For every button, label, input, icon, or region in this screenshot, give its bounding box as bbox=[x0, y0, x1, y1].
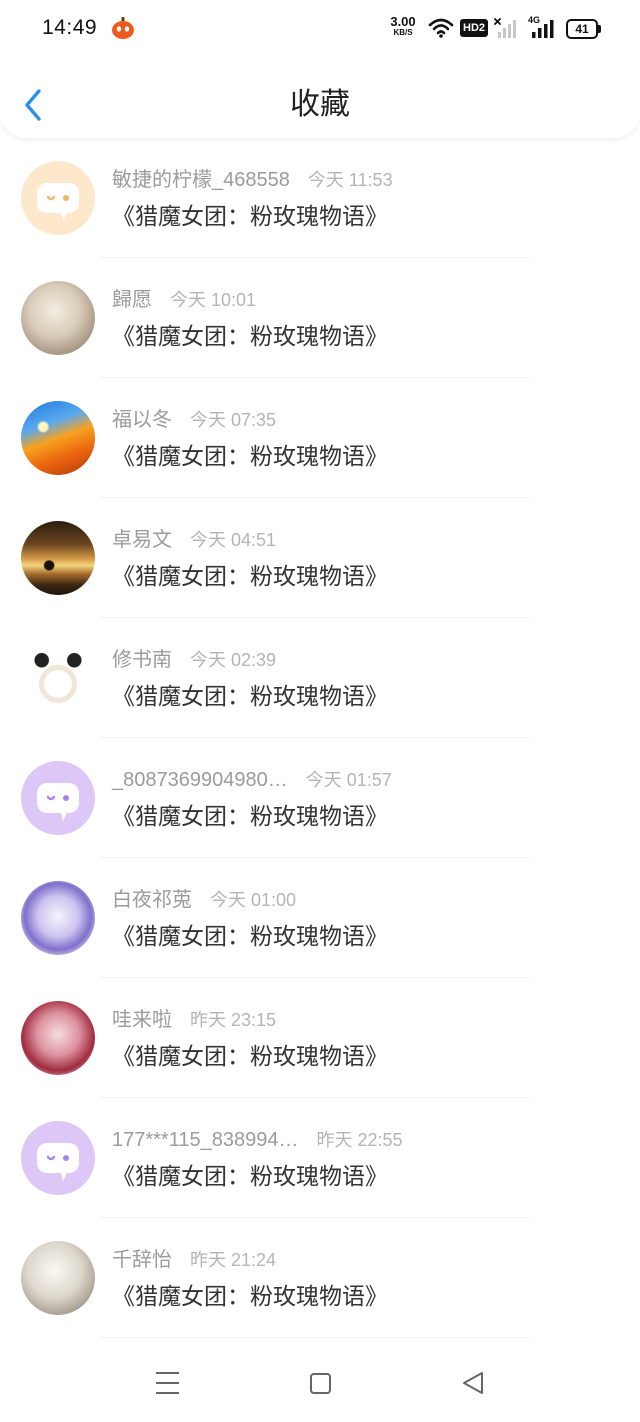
timestamp: 今天 04:51 bbox=[190, 530, 277, 550]
network-speed-unit: KB/S bbox=[393, 28, 413, 37]
status-time: 14:49 bbox=[42, 16, 98, 39]
favorite-list-item[interactable]: 哇来啦 昨天 23:15 《猎魔女团：粉玫瑰物语》 bbox=[0, 978, 640, 1098]
favorite-list-item[interactable]: 修书南 今天 02:39 《猎魔女团：粉玫瑰物语》 bbox=[0, 618, 640, 738]
chat-bubble-icon bbox=[37, 183, 79, 221]
user-name[interactable]: 敏捷的柠檬_468558 bbox=[112, 167, 290, 193]
hd-voice-badge: HD2 bbox=[460, 19, 489, 37]
default-avatar[interactable] bbox=[21, 761, 95, 835]
user-avatar[interactable] bbox=[21, 401, 95, 475]
item-meta: 歸愿 今天 10:01 bbox=[112, 287, 256, 313]
user-name[interactable]: 福以冬 bbox=[112, 407, 172, 433]
timestamp: 今天 02:39 bbox=[190, 650, 277, 670]
item-meta: 敏捷的柠檬_468558 今天 11:53 bbox=[112, 167, 393, 193]
user-name[interactable]: 歸愿 bbox=[112, 287, 152, 313]
battery-nub bbox=[598, 25, 601, 33]
collected-item-title[interactable]: 《猎魔女团：粉玫瑰物语》 bbox=[112, 1280, 388, 1312]
collected-item-title[interactable]: 《猎魔女团：粉玫瑰物语》 bbox=[112, 200, 388, 232]
timestamp: 昨天 21:24 bbox=[190, 1250, 277, 1270]
favorite-list-item[interactable]: 千辞怡 昨天 21:24 《猎魔女团：粉玫瑰物语》 bbox=[0, 1218, 640, 1338]
item-meta: _8087369904980… 今天 01:57 bbox=[112, 767, 392, 793]
user-name[interactable]: 哇来啦 bbox=[112, 1007, 172, 1033]
collected-item-title[interactable]: 《猎魔女团：粉玫瑰物语》 bbox=[112, 320, 388, 352]
timestamp: 今天 01:57 bbox=[305, 770, 392, 790]
battery-icon: 41 bbox=[566, 19, 598, 39]
user-name[interactable]: 白夜祁莵 bbox=[112, 887, 192, 913]
collected-item-title[interactable]: 《猎魔女团：粉玫瑰物语》 bbox=[112, 1040, 388, 1072]
collected-item-title[interactable]: 《猎魔女团：粉玫瑰物语》 bbox=[112, 560, 388, 592]
favorites-list: 敏捷的柠檬_468558 今天 11:53 《猎魔女团：粉玫瑰物语》 歸愿 今天 10:… bbox=[0, 138, 640, 1338]
item-meta: 白夜祁莵 今天 01:00 bbox=[112, 887, 296, 913]
pumpkin-app-icon bbox=[112, 17, 134, 39]
user-name[interactable]: 修书南 bbox=[112, 647, 172, 673]
status-bar: 14:49 3.00 KB/S HD2 4G 41 bbox=[0, 0, 640, 56]
favorite-list-item[interactable]: 卓易文 今天 04:51 《猎魔女团：粉玫瑰物语》 bbox=[0, 498, 640, 618]
back-triangle-icon[interactable] bbox=[461, 1371, 485, 1395]
timestamp: 今天 11:53 bbox=[307, 170, 393, 190]
item-meta: 卓易文 今天 04:51 bbox=[112, 527, 276, 553]
user-avatar[interactable] bbox=[21, 521, 95, 595]
network-speed: 3.00 KB/S bbox=[386, 15, 420, 38]
timestamp: 昨天 22:55 bbox=[316, 1130, 403, 1150]
item-meta: 哇来啦 昨天 23:15 bbox=[112, 1007, 276, 1033]
favorite-list-item[interactable]: 白夜祁莵 今天 01:00 《猎魔女团：粉玫瑰物语》 bbox=[0, 858, 640, 978]
network-speed-value: 3.00 bbox=[390, 14, 416, 29]
chat-bubble-icon bbox=[37, 1143, 79, 1181]
favorite-list-item[interactable]: _8087369904980… 今天 01:57 《猎魔女团：粉玫瑰物语》 bbox=[0, 738, 640, 858]
item-meta: 千辞怡 昨天 21:24 bbox=[112, 1247, 276, 1273]
favorite-list-item[interactable]: 177***115_838994… 昨天 22:55 《猎魔女团：粉玫瑰物语》 bbox=[0, 1098, 640, 1218]
collected-item-title[interactable]: 《猎魔女团：粉玫瑰物语》 bbox=[112, 440, 388, 472]
timestamp: 今天 10:01 bbox=[170, 290, 257, 310]
item-meta: 177***115_838994… 昨天 22:55 bbox=[112, 1127, 403, 1153]
collected-item-title[interactable]: 《猎魔女团：粉玫瑰物语》 bbox=[112, 680, 388, 712]
user-avatar[interactable] bbox=[21, 1241, 95, 1315]
timestamp: 昨天 23:15 bbox=[190, 1010, 277, 1030]
user-avatar[interactable] bbox=[21, 641, 95, 715]
favorite-list-item[interactable]: 歸愿 今天 10:01 《猎魔女团：粉玫瑰物语》 bbox=[0, 258, 640, 378]
user-name[interactable]: 卓易文 bbox=[112, 527, 172, 553]
user-avatar[interactable] bbox=[21, 1001, 95, 1075]
signal-strength-icon bbox=[532, 20, 554, 38]
chat-bubble-icon bbox=[37, 783, 79, 821]
item-meta: 福以冬 今天 07:35 bbox=[112, 407, 276, 433]
user-name[interactable]: _8087369904980… bbox=[112, 767, 288, 793]
user-name[interactable]: 千辞怡 bbox=[112, 1247, 172, 1273]
item-meta: 修书南 今天 02:39 bbox=[112, 647, 276, 673]
system-nav-bar bbox=[0, 1338, 640, 1422]
user-name[interactable]: 177***115_838994… bbox=[112, 1127, 298, 1153]
default-avatar[interactable] bbox=[21, 1121, 95, 1195]
user-avatar[interactable] bbox=[21, 881, 95, 955]
page-title: 收藏 bbox=[290, 88, 350, 121]
header: 14:49 3.00 KB/S HD2 4G 41 收藏 bbox=[0, 0, 640, 138]
collected-item-title[interactable]: 《猎魔女团：粉玫瑰物语》 bbox=[112, 1160, 388, 1192]
wifi-icon bbox=[428, 18, 454, 38]
collected-item-title[interactable]: 《猎魔女团：粉玫瑰物语》 bbox=[112, 800, 388, 832]
favorite-list-item[interactable]: 福以冬 今天 07:35 《猎魔女团：粉玫瑰物语》 bbox=[0, 378, 640, 498]
timestamp: 今天 01:00 bbox=[210, 890, 297, 910]
favorite-list-item[interactable]: 敏捷的柠檬_468558 今天 11:53 《猎魔女团：粉玫瑰物语》 bbox=[0, 138, 640, 258]
timestamp: 今天 07:35 bbox=[190, 410, 277, 430]
collected-item-title[interactable]: 《猎魔女团：粉玫瑰物语》 bbox=[112, 920, 388, 952]
signal-no-service-icon bbox=[494, 18, 516, 38]
menu-icon[interactable] bbox=[156, 1371, 179, 1395]
user-avatar[interactable] bbox=[21, 281, 95, 355]
home-square-icon[interactable] bbox=[310, 1373, 331, 1394]
default-avatar[interactable] bbox=[21, 161, 95, 235]
